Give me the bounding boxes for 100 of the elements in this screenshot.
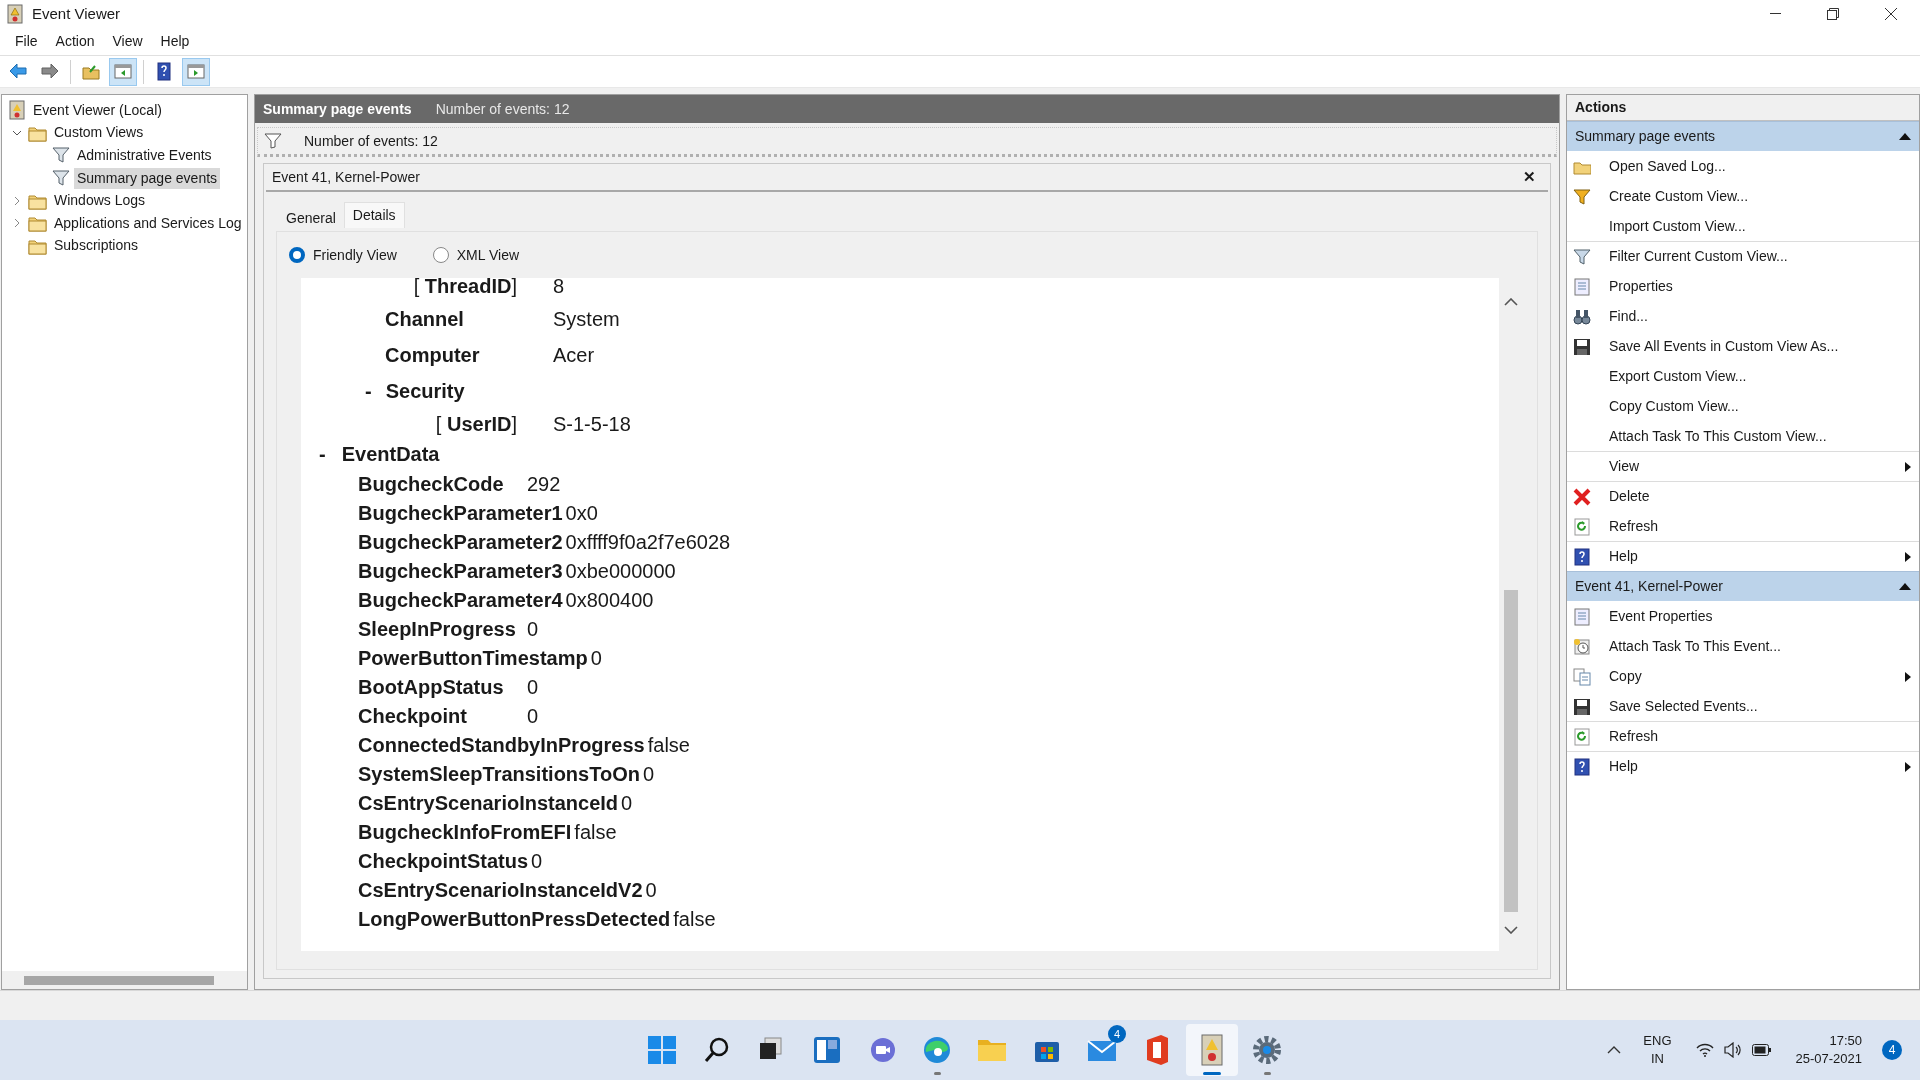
detail-label: BugcheckInfoFromEFI xyxy=(358,819,572,845)
wifi-icon[interactable] xyxy=(1695,1043,1714,1057)
action-command[interactable]: Refresh xyxy=(1567,511,1919,541)
clock-date[interactable]: 25-07-2021 xyxy=(1795,1050,1862,1068)
detail-value: 0 xyxy=(527,674,539,700)
action-command[interactable]: Properties xyxy=(1567,271,1919,301)
restore-icon xyxy=(1827,8,1839,20)
help-icon xyxy=(154,62,174,81)
action-command[interactable]: Save Selected Events... xyxy=(1567,691,1919,721)
menu-item[interactable]: File xyxy=(6,29,47,54)
action-command[interactable]: Import Custom View... xyxy=(1567,211,1919,241)
detail-label: BugcheckParameter4 xyxy=(358,587,563,613)
notification-badge[interactable]: 4 xyxy=(1882,1040,1902,1060)
collapse-icon[interactable] xyxy=(1899,583,1911,590)
funnel-icon xyxy=(1573,247,1591,266)
properties-icon xyxy=(1573,277,1591,296)
refresh-icon xyxy=(1573,727,1591,746)
menu-item[interactable]: Action xyxy=(46,29,104,54)
detail-label: Computer xyxy=(385,343,481,368)
detail-label: EventData xyxy=(341,442,440,467)
detail-value: 0 xyxy=(645,877,657,903)
binoculars-icon xyxy=(1573,307,1591,326)
menu-item[interactable]: View xyxy=(103,29,152,54)
detail-label: BugcheckCode xyxy=(358,471,505,497)
detail-value: 0 xyxy=(527,703,539,729)
action-command[interactable]: Attach Task To This Event... xyxy=(1567,631,1919,661)
pane-icon xyxy=(186,62,206,81)
detail-label: Checkpoint xyxy=(358,703,468,729)
collapse-icon[interactable] xyxy=(1899,133,1911,140)
collapse-toggle[interactable]: - xyxy=(365,376,372,406)
submenu-arrow-icon xyxy=(1905,461,1911,472)
help-icon xyxy=(1573,757,1591,776)
region-indicator[interactable]: IN xyxy=(1650,1050,1664,1068)
action-command[interactable]: Save All Events in Custom View As... xyxy=(1567,331,1919,361)
scrollbar-thumb[interactable] xyxy=(24,975,214,985)
action-command[interactable]: Copy xyxy=(1567,661,1919,691)
action-command[interactable]: Event Properties xyxy=(1567,601,1919,631)
detail-label: LongPowerButtonPressDetected xyxy=(358,906,671,932)
tree-item[interactable]: Custom Views xyxy=(51,122,147,144)
action-command[interactable]: Help xyxy=(1567,751,1919,781)
properties-icon xyxy=(1573,607,1591,626)
detail-value: 0x800400 xyxy=(565,587,654,613)
radio-button[interactable] xyxy=(289,247,305,263)
detail-value: false xyxy=(673,906,716,932)
tree-item[interactable]: Applications and Services Log xyxy=(51,212,245,234)
horizontal-scrollbar[interactable] xyxy=(2,971,247,989)
tab[interactable]: Details xyxy=(343,202,405,228)
detail-label: CsEntryScenarioInstanceIdV2 xyxy=(358,877,643,903)
log-book-icon xyxy=(8,100,26,121)
scroll-up-icon[interactable] xyxy=(1504,298,1518,306)
action-command[interactable]: Create Custom View... xyxy=(1567,181,1919,211)
pane-icon xyxy=(113,62,133,81)
radio-label[interactable]: XML View xyxy=(456,244,520,266)
action-command[interactable]: Attach Task To This Custom View... xyxy=(1567,421,1919,451)
event-title: Event 41, Kernel-Power xyxy=(272,167,420,187)
clock-time[interactable]: 17:50 xyxy=(1829,1032,1862,1050)
funnel-icon xyxy=(1573,187,1591,206)
tree-item[interactable]: Administrative Events xyxy=(74,145,215,166)
scroll-down-icon[interactable] xyxy=(1504,926,1518,934)
window-title: Event Viewer xyxy=(32,3,121,24)
action-command[interactable]: Find... xyxy=(1567,301,1919,331)
action-command[interactable]: Open Saved Log... xyxy=(1567,151,1919,181)
collapse-toggle[interactable]: - xyxy=(319,439,326,469)
detail-label: BugcheckParameter2 xyxy=(358,529,563,555)
action-command[interactable]: Copy Custom View... xyxy=(1567,391,1919,421)
clock-icon xyxy=(1573,637,1591,656)
language-indicator[interactable]: ENG xyxy=(1643,1032,1672,1050)
submenu-arrow-icon xyxy=(1905,761,1911,772)
detail-value: 0 xyxy=(590,645,602,671)
folder-icon xyxy=(28,214,47,233)
close-button[interactable]: ✕ xyxy=(1517,165,1542,189)
menu-item[interactable]: Help xyxy=(151,29,199,54)
funnel-icon xyxy=(52,169,70,188)
battery-icon[interactable] xyxy=(1751,1044,1772,1056)
expand-icon[interactable] xyxy=(12,195,22,206)
action-command[interactable]: View xyxy=(1567,451,1919,481)
section-title: Summary page events xyxy=(1575,127,1716,146)
tree-item[interactable]: Windows Logs xyxy=(51,190,149,212)
detail-value: false xyxy=(574,819,617,845)
detail-label: BugcheckParameter3 xyxy=(358,558,563,584)
action-command[interactable]: Refresh xyxy=(1567,721,1919,751)
funnel-icon xyxy=(52,146,70,165)
radio-button[interactable] xyxy=(432,247,449,263)
action-command[interactable]: Export Custom View... xyxy=(1567,361,1919,391)
taskbar-button[interactable]: 4 xyxy=(1076,1024,1128,1076)
action-command[interactable]: Filter Current Custom View... xyxy=(1567,241,1919,271)
detail-label: Channel xyxy=(385,307,465,332)
tree-item[interactable]: Event Viewer (Local) xyxy=(30,99,165,121)
tab[interactable]: General xyxy=(278,205,344,231)
scrollbar-thumb[interactable] xyxy=(1504,590,1518,912)
minimize-icon xyxy=(1769,13,1781,15)
action-command[interactable]: Delete xyxy=(1567,481,1919,511)
section-header[interactable]: Event 41, Kernel-Power xyxy=(1567,571,1919,601)
section-header[interactable]: Summary page events xyxy=(1567,121,1919,151)
expand-icon[interactable] xyxy=(12,218,22,229)
chevron-up-icon[interactable] xyxy=(1607,1046,1622,1054)
radio-label[interactable]: Friendly View xyxy=(313,244,397,266)
tree-item[interactable]: Summary page events xyxy=(74,167,221,189)
tree-item[interactable]: Subscriptions xyxy=(51,235,142,257)
speaker-icon[interactable] xyxy=(1723,1042,1742,1058)
